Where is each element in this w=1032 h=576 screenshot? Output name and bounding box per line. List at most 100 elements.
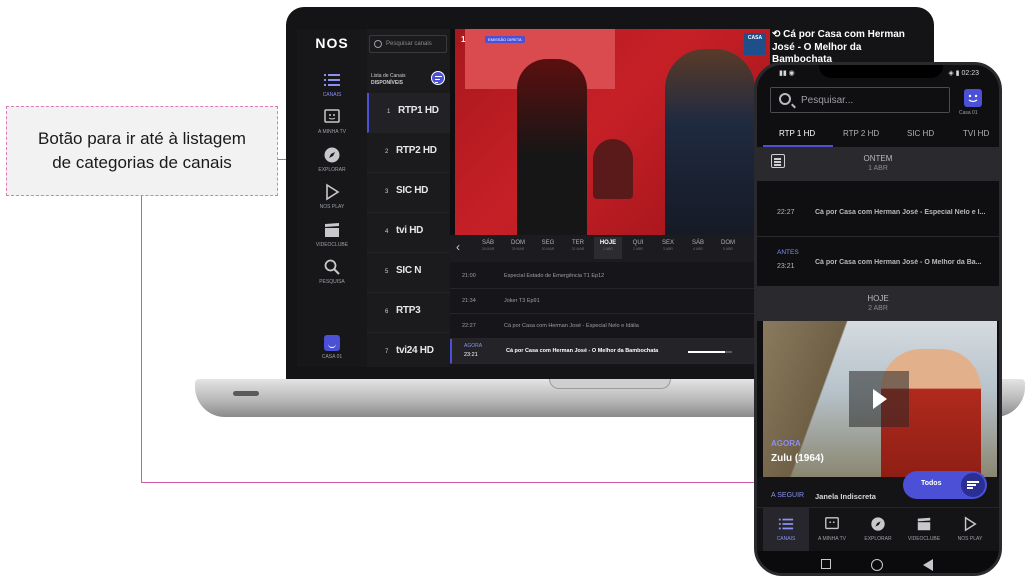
day-selector: ‹ SÁB 28 MAR DOM 29 MAR SEG 30 MAR TER 31 MA… <box>450 235 770 262</box>
chevron-left-icon[interactable]: ‹ <box>456 240 460 254</box>
channel-row[interactable]: 3 SIC HD <box>367 173 450 213</box>
guide-row[interactable]: 21:00 Especial Estado de Emergência T1 Ep… <box>450 264 760 289</box>
channel-logo: SIC HD <box>396 185 429 196</box>
now-title: Cá por Casa com Herman José - O Melhor d… <box>506 348 659 354</box>
replay-icon: ⟲ <box>772 29 784 40</box>
program-label: ANTES <box>777 249 799 256</box>
circle-icon[interactable] <box>871 559 883 571</box>
laptop-base-notch <box>549 379 671 389</box>
day-tab[interactable]: SÁB 4 ABR <box>684 240 712 251</box>
guide-row[interactable]: 21:34 Joker T3 Ep91 <box>450 289 760 314</box>
channel-row[interactable]: 1 RTP1 HD <box>367 93 450 133</box>
program-row[interactable]: 22:27 Cá por Casa com Herman José - Espe… <box>757 187 999 237</box>
rail-item-canais[interactable]: CANAIS <box>297 71 367 98</box>
search-input[interactable]: Pesquisar... <box>770 87 950 113</box>
program-time: 23:21 <box>777 263 795 270</box>
nav-canais[interactable]: CANAIS <box>763 508 809 552</box>
channel-list-title-text: Lista de Canais <box>371 73 406 79</box>
filter-label: Todos <box>921 480 942 487</box>
play-icon[interactable] <box>849 371 909 427</box>
video-player[interactable]: 1 EMISSÃO DIRETA CASA <box>455 29 770 235</box>
day-tab[interactable]: TER 31 MAR <box>564 240 592 251</box>
channel-row[interactable]: 4 tvi HD <box>367 213 450 253</box>
filter-icon <box>961 473 985 497</box>
nav-videoclube[interactable]: VIDEOCLUBE <box>901 508 947 552</box>
rail-item-label: EXPLORAR <box>318 167 346 173</box>
rail-item-label: A MINHA TV <box>318 129 346 135</box>
system-nav-bar <box>757 551 999 573</box>
channel-number: 3 <box>385 189 389 195</box>
day-tab-today[interactable]: HOJE 1 ABR <box>594 237 622 259</box>
channel-logo: tvi24 HD <box>396 345 434 356</box>
nav-a-minha-tv[interactable]: A MINHA TV <box>809 508 855 552</box>
square-icon[interactable] <box>821 559 831 569</box>
profile-button[interactable]: CASA 01 <box>297 335 367 360</box>
day-tab[interactable]: DOM 29 MAR <box>504 240 532 251</box>
channel-categories-button[interactable] <box>431 71 445 85</box>
channel-row[interactable]: 5 SIC N <box>367 253 450 293</box>
channel-search-input[interactable]: Pesquisar canais <box>369 35 447 53</box>
day-tab[interactable]: SEX 3 ABR <box>654 240 682 251</box>
now-progress-bar <box>688 351 732 353</box>
channel-row[interactable]: 2 RTP2 HD <box>367 133 450 173</box>
laptop-nav-rail: NOS CANAIS A MINHA TV EXPLORAR NOS PLAY … <box>297 29 367 367</box>
video-figure-left <box>517 59 587 235</box>
day-date: 2 ABR <box>868 305 888 312</box>
channel-list-subtitle: DISPONÍVEIS <box>371 80 403 86</box>
tab-rtp1[interactable]: RTP 1 HD <box>779 129 815 138</box>
next-label: A SEGUIR <box>771 492 805 499</box>
compass-icon <box>871 517 885 531</box>
search-icon <box>374 40 382 48</box>
phone-notch <box>819 65 943 78</box>
phone: ▮▮ ◉ ◈ ▮ 02:23 Pesquisar... Casa 01 RTP … <box>754 62 1002 576</box>
program-logo: CASA <box>744 33 766 55</box>
now-progress-fill <box>688 351 726 353</box>
compass-icon <box>324 147 340 163</box>
avatar[interactable] <box>964 89 982 107</box>
tab-tvi[interactable]: TVI HD <box>963 129 989 138</box>
channel-number: 1 <box>387 109 391 115</box>
tab-rtp2[interactable]: RTP 2 HD <box>843 129 879 138</box>
calendar-icon[interactable] <box>771 154 785 168</box>
channel-logo: RTP2 HD <box>396 145 437 156</box>
now-playing-card[interactable]: AGORA Zulu (1964) <box>763 321 997 477</box>
laptop-screen: NOS CANAIS A MINHA TV EXPLORAR NOS PLAY … <box>297 29 770 367</box>
program-row[interactable]: ANTES 23:21 Cá por Casa com Herman José … <box>757 237 999 287</box>
category-filter-button[interactable]: Todos <box>903 471 987 499</box>
now-time: 23:21 <box>464 352 478 358</box>
guide-row[interactable]: 22:27 Cá por Casa com Herman José - Espec… <box>450 314 760 339</box>
program-title: Cá por Casa com Herman José - Especial N… <box>815 209 986 216</box>
nav-explorar[interactable]: EXPLORAR <box>855 508 901 552</box>
channel-row[interactable]: 6 RTP3 <box>367 293 450 333</box>
day-tab[interactable]: SÁB 28 MAR <box>474 240 502 251</box>
next-title: Janela Indiscreta <box>815 492 876 501</box>
tab-sic[interactable]: SIC HD <box>907 129 934 138</box>
day-tab[interactable]: DOM 5 ABR <box>714 240 742 251</box>
nav-label: A MINHA TV <box>818 536 846 542</box>
program-title-panel: ⟲ Cá por Casa com Herman José - O Melhor… <box>772 29 906 67</box>
callout-connector-lower-vertical <box>141 196 142 482</box>
guide-row-now[interactable]: AGORA 23:21 Cá por Casa com Herman José … <box>450 339 760 364</box>
channel-row[interactable]: 7 tvi24 HD <box>367 333 450 367</box>
nav-label: VIDEOCLUBE <box>907 536 941 542</box>
day-tab[interactable]: QUI 2 ABR <box>624 240 652 251</box>
rail-item-videoclube[interactable]: VIDEOCLUBE <box>297 221 367 248</box>
nav-nos-play[interactable]: NOS PLAY <box>947 508 993 552</box>
search-icon <box>324 259 340 275</box>
rail-item-label: NOS PLAY <box>319 204 345 210</box>
rail-item-pesquisa[interactable]: PESQUISA <box>297 258 367 285</box>
rail-item-nos-play[interactable]: NOS PLAY <box>297 183 367 210</box>
list-icon <box>324 74 340 86</box>
now-label: AGORA <box>771 439 801 448</box>
program-title: Cá por Casa com Herman José - O Melhor d… <box>815 259 982 266</box>
back-triangle-icon[interactable] <box>923 559 933 571</box>
rail-item-explorar[interactable]: EXPLORAR <box>297 146 367 173</box>
avatar <box>324 335 340 351</box>
play-icon <box>326 183 340 201</box>
channel-search-placeholder: Pesquisar canais <box>386 41 432 47</box>
status-left: ▮▮ ◉ <box>779 70 795 77</box>
channel-logo: RTP3 <box>396 305 421 316</box>
channel-tabs: RTP 1 HD RTP 2 HD SIC HD TVI HD <box>757 123 999 149</box>
rail-item-a-minha-tv[interactable]: A MINHA TV <box>297 108 367 135</box>
day-tab[interactable]: SEG 30 MAR <box>534 240 562 251</box>
